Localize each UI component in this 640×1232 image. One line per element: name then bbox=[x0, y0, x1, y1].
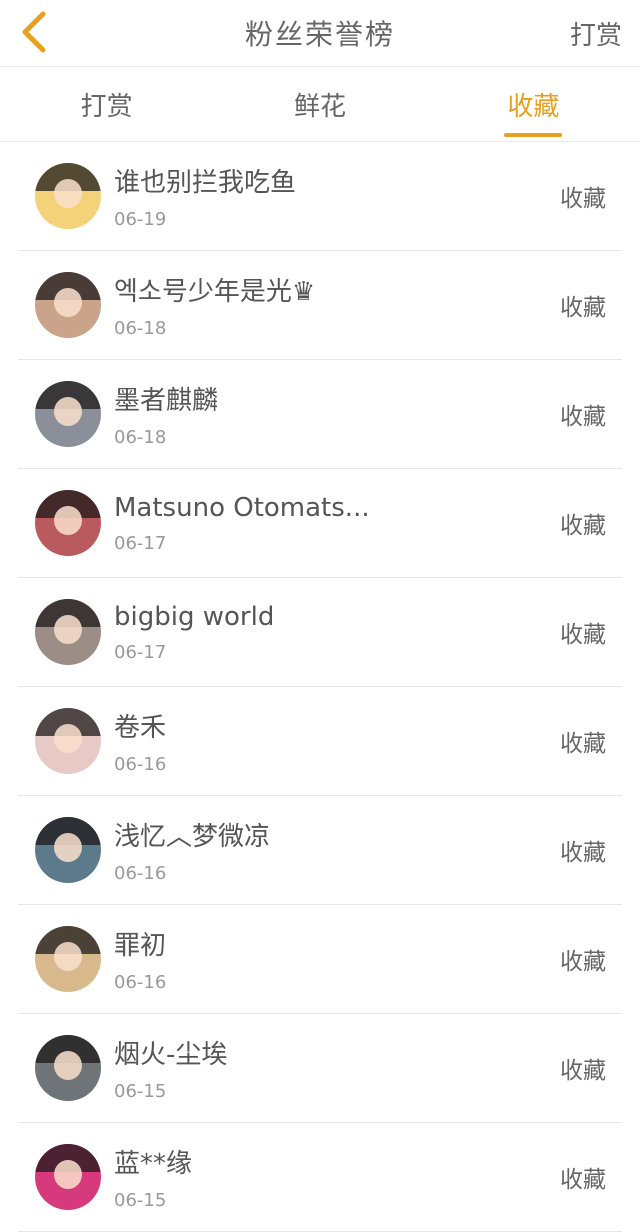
item-date: 06-16 bbox=[114, 972, 167, 993]
favorite-label: 收藏 bbox=[560, 949, 606, 975]
chevron-left-icon bbox=[22, 11, 46, 53]
favorite-label: 收藏 bbox=[560, 1058, 606, 1084]
avatar-face-shape bbox=[54, 941, 82, 971]
avatar[interactable] bbox=[35, 926, 101, 992]
user-name: 墨者麒麟 bbox=[114, 386, 219, 416]
avatar-face-shape bbox=[54, 396, 82, 426]
favorite-label: 收藏 bbox=[560, 731, 606, 757]
favorite-label: 收藏 bbox=[560, 840, 606, 866]
list-item[interactable]: 谁也别拦我吃鱼 06-19 收藏 bbox=[18, 142, 622, 251]
tab-reward[interactable]: 打赏 bbox=[0, 67, 213, 141]
item-date: 06-18 bbox=[114, 427, 167, 448]
user-name: 烟火-尘埃 bbox=[114, 1040, 228, 1070]
favorite-label: 收藏 bbox=[560, 622, 606, 648]
avatar-face-shape bbox=[54, 1159, 82, 1189]
list-item-info: 罪初 06-16 bbox=[114, 925, 622, 993]
user-name: 蓝**缘 bbox=[114, 1149, 193, 1179]
user-name: Matsuno Otomats... bbox=[114, 492, 370, 523]
list-item-info: Matsuno Otomats... 06-17 bbox=[114, 493, 622, 554]
list-item[interactable]: 罪初 06-16 收藏 bbox=[18, 905, 622, 1014]
favorite-label: 收藏 bbox=[560, 186, 606, 212]
avatar[interactable] bbox=[35, 490, 101, 556]
avatar-face-shape bbox=[54, 1050, 82, 1080]
list-item-info: 卷禾 06-16 bbox=[114, 707, 622, 775]
favorite-label: 收藏 bbox=[560, 513, 606, 539]
item-date: 06-16 bbox=[114, 863, 167, 884]
list-item[interactable]: bigbig world 06-17 收藏 bbox=[18, 578, 622, 687]
list-item[interactable]: 蓝**缘 06-15 收藏 bbox=[18, 1123, 622, 1232]
list-item[interactable]: 엑소号少年是光♛ 06-18 收藏 bbox=[18, 251, 622, 360]
favorite-label: 收藏 bbox=[560, 404, 606, 430]
list-item-info: 蓝**缘 06-15 bbox=[114, 1143, 622, 1211]
list-item[interactable]: 墨者麒麟 06-18 收藏 bbox=[18, 360, 622, 469]
avatar[interactable] bbox=[35, 1144, 101, 1210]
item-date: 06-19 bbox=[114, 209, 167, 230]
tab-bar: 打赏 鲜花 收藏 bbox=[0, 67, 640, 142]
user-name: 浅忆︿梦微凉 bbox=[114, 822, 271, 852]
fan-list: 谁也别拦我吃鱼 06-19 收藏 엑소号少年是光♛ 06-18 收藏 墨者麒麟 06-18 收藏… bbox=[0, 142, 640, 1232]
avatar-face-shape bbox=[54, 287, 82, 317]
avatar[interactable] bbox=[35, 272, 101, 338]
favorite-label: 收藏 bbox=[560, 295, 606, 321]
tab-favorites[interactable]: 收藏 bbox=[427, 67, 640, 141]
list-item-info: 烟火-尘埃 06-15 bbox=[114, 1034, 622, 1102]
item-date: 06-15 bbox=[114, 1190, 167, 1211]
item-date: 06-17 bbox=[114, 532, 167, 554]
avatar-face-shape bbox=[54, 832, 82, 862]
user-name: 卷禾 bbox=[114, 713, 167, 743]
avatar[interactable] bbox=[35, 708, 101, 774]
item-date: 06-18 bbox=[114, 318, 167, 339]
list-item[interactable]: Matsuno Otomats... 06-17 收藏 bbox=[18, 469, 622, 578]
top-bar: 粉丝荣誉榜 打赏 bbox=[0, 0, 640, 67]
avatar-face-shape bbox=[54, 505, 82, 535]
avatar-face-shape bbox=[54, 178, 82, 208]
avatar-face-shape bbox=[54, 614, 82, 644]
avatar[interactable] bbox=[35, 1035, 101, 1101]
back-button[interactable] bbox=[14, 6, 54, 58]
list-item[interactable]: 浅忆︿梦微凉 06-16 收藏 bbox=[18, 796, 622, 905]
list-item-info: 엑소号少年是光♛ 06-18 bbox=[114, 271, 622, 339]
list-item-info: 墨者麒麟 06-18 bbox=[114, 380, 622, 448]
tab-flowers[interactable]: 鲜花 bbox=[213, 67, 426, 141]
user-name: 罪初 bbox=[114, 931, 167, 961]
item-date: 06-17 bbox=[114, 641, 167, 663]
item-date: 06-15 bbox=[114, 1081, 167, 1102]
list-item-info: 谁也别拦我吃鱼 06-19 bbox=[114, 162, 622, 230]
list-item-info: 浅忆︿梦微凉 06-16 bbox=[114, 816, 622, 884]
user-name: 엑소号少年是光♛ bbox=[114, 277, 316, 307]
list-item-info: bigbig world 06-17 bbox=[114, 602, 622, 663]
avatar-face-shape bbox=[54, 723, 82, 753]
item-date: 06-16 bbox=[114, 754, 167, 775]
avatar[interactable] bbox=[35, 817, 101, 883]
favorite-label: 收藏 bbox=[560, 1167, 606, 1193]
avatar[interactable] bbox=[35, 163, 101, 229]
list-item[interactable]: 烟火-尘埃 06-15 收藏 bbox=[18, 1014, 622, 1123]
avatar[interactable] bbox=[35, 381, 101, 447]
reward-button[interactable]: 打赏 bbox=[570, 0, 622, 66]
page-title: 粉丝荣誉榜 bbox=[244, 18, 395, 51]
list-item[interactable]: 卷禾 06-16 收藏 bbox=[18, 687, 622, 796]
avatar[interactable] bbox=[35, 599, 101, 665]
user-name: bigbig world bbox=[114, 601, 275, 632]
user-name: 谁也别拦我吃鱼 bbox=[114, 168, 297, 198]
